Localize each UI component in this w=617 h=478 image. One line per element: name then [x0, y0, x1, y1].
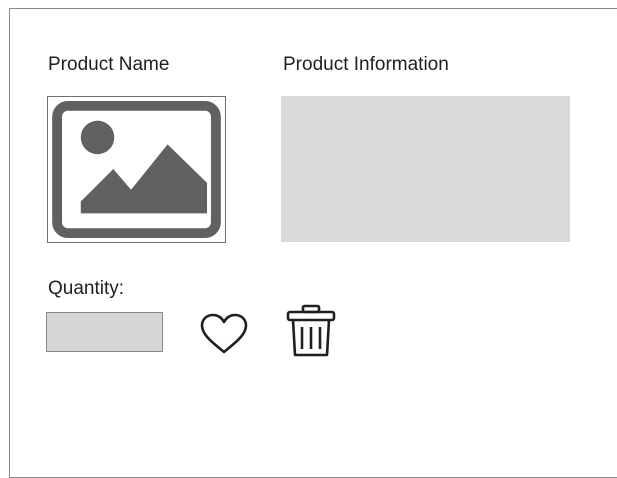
- heart-icon: [200, 313, 248, 354]
- mountains-shape: [80, 144, 208, 214]
- product-card: Product Name Product Information Quantit…: [9, 8, 617, 478]
- delete-button[interactable]: [283, 303, 339, 359]
- sun-shape: [80, 120, 115, 155]
- image-placeholder-icon: [52, 100, 221, 239]
- quantity-label: Quantity:: [48, 278, 125, 299]
- product-information-label: Product Information: [283, 54, 449, 75]
- product-image[interactable]: [47, 96, 226, 243]
- product-name-label: Product Name: [48, 54, 170, 75]
- favorite-button[interactable]: [199, 313, 249, 355]
- quantity-input[interactable]: [46, 312, 163, 352]
- trash-icon: [286, 304, 336, 357]
- product-information-box: [281, 96, 570, 242]
